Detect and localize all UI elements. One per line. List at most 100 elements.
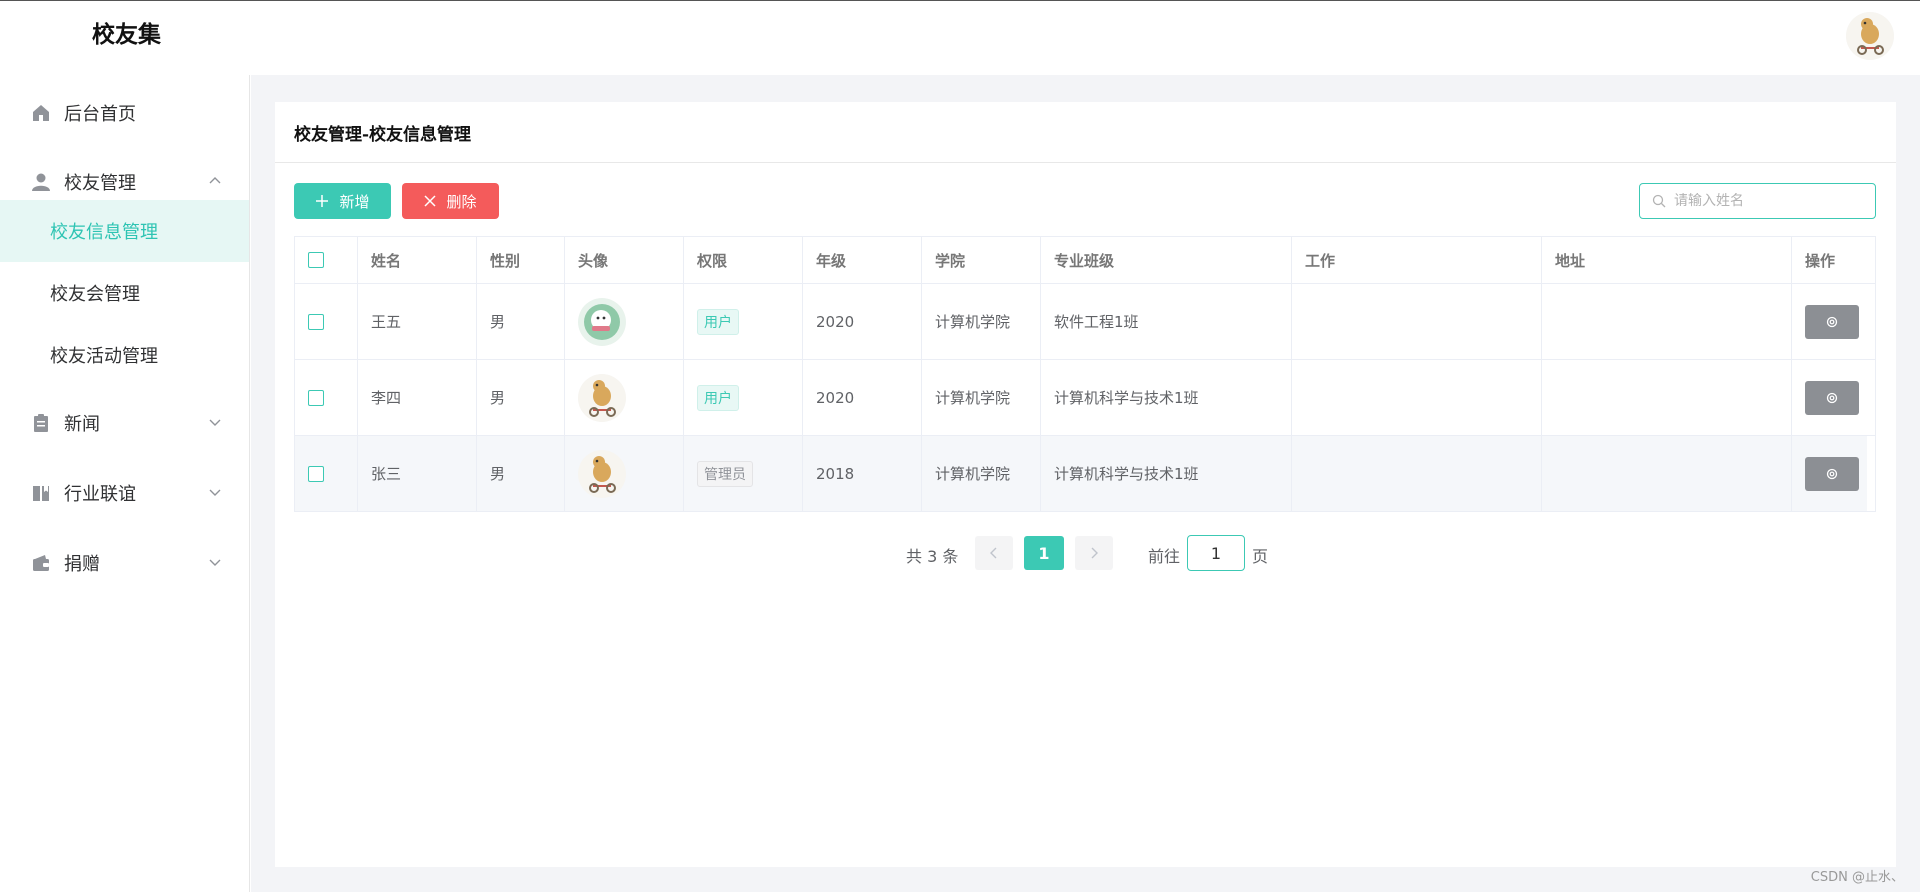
add-button[interactable]: 新增	[294, 183, 391, 219]
cell-actions	[1792, 284, 1867, 359]
select-all-checkbox[interactable]	[308, 252, 324, 268]
cell-avatar	[565, 284, 684, 359]
watermark: CSDN @止水、	[1810, 870, 1904, 885]
cell-name: 李四	[358, 360, 477, 435]
clipboard-icon	[30, 412, 52, 434]
add-button-label: 新增	[339, 192, 370, 211]
page-title: 校友管理-校友信息管理	[294, 125, 472, 145]
row-checkbox[interactable]	[308, 465, 324, 482]
cell-grade: 2018	[803, 436, 922, 511]
column-header-actions: 操作	[1805, 251, 1836, 270]
goto-page-input[interactable]	[1187, 535, 1245, 571]
table-header-row: 姓名 性别 头像 权限 年级 学院 专业班级 工作 地址 操作	[295, 237, 1875, 284]
dog-avatar-icon	[1846, 12, 1894, 60]
table-row: 王五 男 用户 2020 计算机学院 软件工程1班	[295, 284, 1875, 360]
column-header-gender: 性别	[477, 237, 565, 283]
settings-button[interactable]	[1805, 380, 1859, 415]
search-input[interactable]	[1674, 193, 1854, 209]
gear-icon	[1826, 392, 1838, 403]
delete-button[interactable]: 删除	[402, 183, 499, 219]
sidebar-item-alumni-activities[interactable]: 校友活动管理	[0, 324, 249, 386]
chevron-down-icon	[209, 419, 221, 426]
row-checkbox[interactable]	[308, 313, 324, 330]
plus-icon	[316, 195, 329, 207]
table-row: 李四 男 用户 2020 计算机学院 计算机科学与技术1班	[295, 360, 1875, 436]
cell-role: 管理员	[684, 436, 803, 511]
row-select-cell	[295, 284, 358, 359]
row-checkbox[interactable]	[308, 389, 324, 406]
user-icon	[30, 171, 52, 193]
chevron-down-icon	[209, 489, 221, 496]
column-header-avatar: 头像	[565, 237, 684, 283]
pagination-total: 共 3 条	[906, 547, 959, 566]
chevron-down-icon	[209, 559, 221, 566]
cell-class: 计算机科学与技术1班	[1041, 360, 1292, 435]
column-header-name: 姓名	[358, 237, 477, 283]
sidebar: 后台首页 校友管理 校友信息管理 校友会管理 校友活动管理 新闻 行业联谊 捐赠	[0, 75, 250, 892]
cell-role: 用户	[684, 360, 803, 435]
settings-button[interactable]	[1805, 456, 1859, 491]
avatar	[578, 449, 626, 498]
cell-address	[1542, 360, 1792, 435]
cell-name: 王五	[358, 284, 477, 359]
next-page-button[interactable]	[1075, 536, 1113, 570]
role-tag: 用户	[697, 384, 739, 411]
cell-avatar	[565, 360, 684, 435]
gear-icon	[1826, 316, 1838, 327]
column-header-role: 权限	[684, 237, 803, 283]
cell-class: 软件工程1班	[1041, 284, 1292, 359]
column-header-grade: 年级	[803, 237, 922, 283]
sidebar-item-donation[interactable]: 捐赠	[0, 535, 249, 591]
sidebar-item-home[interactable]: 后台首页	[0, 85, 249, 141]
home-icon	[30, 102, 52, 124]
cat-avatar-icon	[578, 297, 626, 346]
app-title: 校友集	[92, 21, 161, 48]
cell-college: 计算机学院	[922, 360, 1041, 435]
sidebar-subitem-label: 校友活动管理	[50, 346, 158, 367]
cell-gender: 男	[477, 436, 565, 511]
cell-job	[1292, 360, 1542, 435]
column-header-address: 地址	[1542, 237, 1792, 283]
alumni-table: 姓名 性别 头像 权限 年级 学院 专业班级 工作 地址 操作 王五 男 用户 …	[294, 236, 1876, 512]
chevron-up-icon	[209, 177, 221, 184]
delete-button-label: 删除	[446, 192, 477, 211]
search-box[interactable]	[1639, 183, 1876, 219]
sidebar-item-industry[interactable]: 行业联谊	[0, 465, 249, 521]
cell-role: 用户	[684, 284, 803, 359]
cell-gender: 男	[477, 284, 565, 359]
sidebar-item-alumni-info[interactable]: 校友信息管理	[0, 200, 249, 262]
prev-page-button[interactable]	[975, 536, 1013, 570]
sidebar-item-news[interactable]: 新闻	[0, 395, 249, 451]
chevron-right-icon	[1091, 547, 1098, 559]
sidebar-item-label: 后台首页	[64, 104, 136, 125]
sidebar-subitem-label: 校友会管理	[50, 284, 140, 305]
page-suffix-label: 页	[1252, 547, 1269, 566]
page-number-current[interactable]: 1	[1024, 536, 1064, 570]
avatar	[578, 373, 626, 422]
cell-actions	[1792, 436, 1867, 511]
user-avatar[interactable]	[1846, 12, 1894, 60]
sidebar-item-label: 新闻	[64, 414, 100, 435]
role-tag: 管理员	[697, 460, 753, 487]
header-select-all	[295, 237, 358, 283]
book-icon	[30, 482, 52, 504]
dog-avatar-icon	[578, 373, 626, 422]
sidebar-item-label: 校友管理	[64, 173, 136, 194]
sidebar-item-alumni-association[interactable]: 校友会管理	[0, 262, 249, 324]
cell-actions	[1792, 360, 1867, 435]
dog-avatar-icon	[578, 449, 626, 498]
avatar	[578, 297, 626, 346]
cell-class: 计算机科学与技术1班	[1041, 436, 1292, 511]
pagination: 共 3 条 1 前往 页	[275, 535, 1896, 571]
row-select-cell	[295, 360, 358, 435]
title-divider	[275, 162, 1896, 163]
cell-college: 计算机学院	[922, 284, 1041, 359]
settings-button[interactable]	[1805, 304, 1859, 339]
cell-name: 张三	[358, 436, 477, 511]
row-select-cell	[295, 436, 358, 511]
cell-address	[1542, 436, 1792, 511]
gear-icon	[1826, 468, 1838, 479]
cell-job	[1292, 436, 1542, 511]
role-tag: 用户	[697, 308, 739, 335]
sidebar-item-label: 行业联谊	[64, 484, 136, 505]
